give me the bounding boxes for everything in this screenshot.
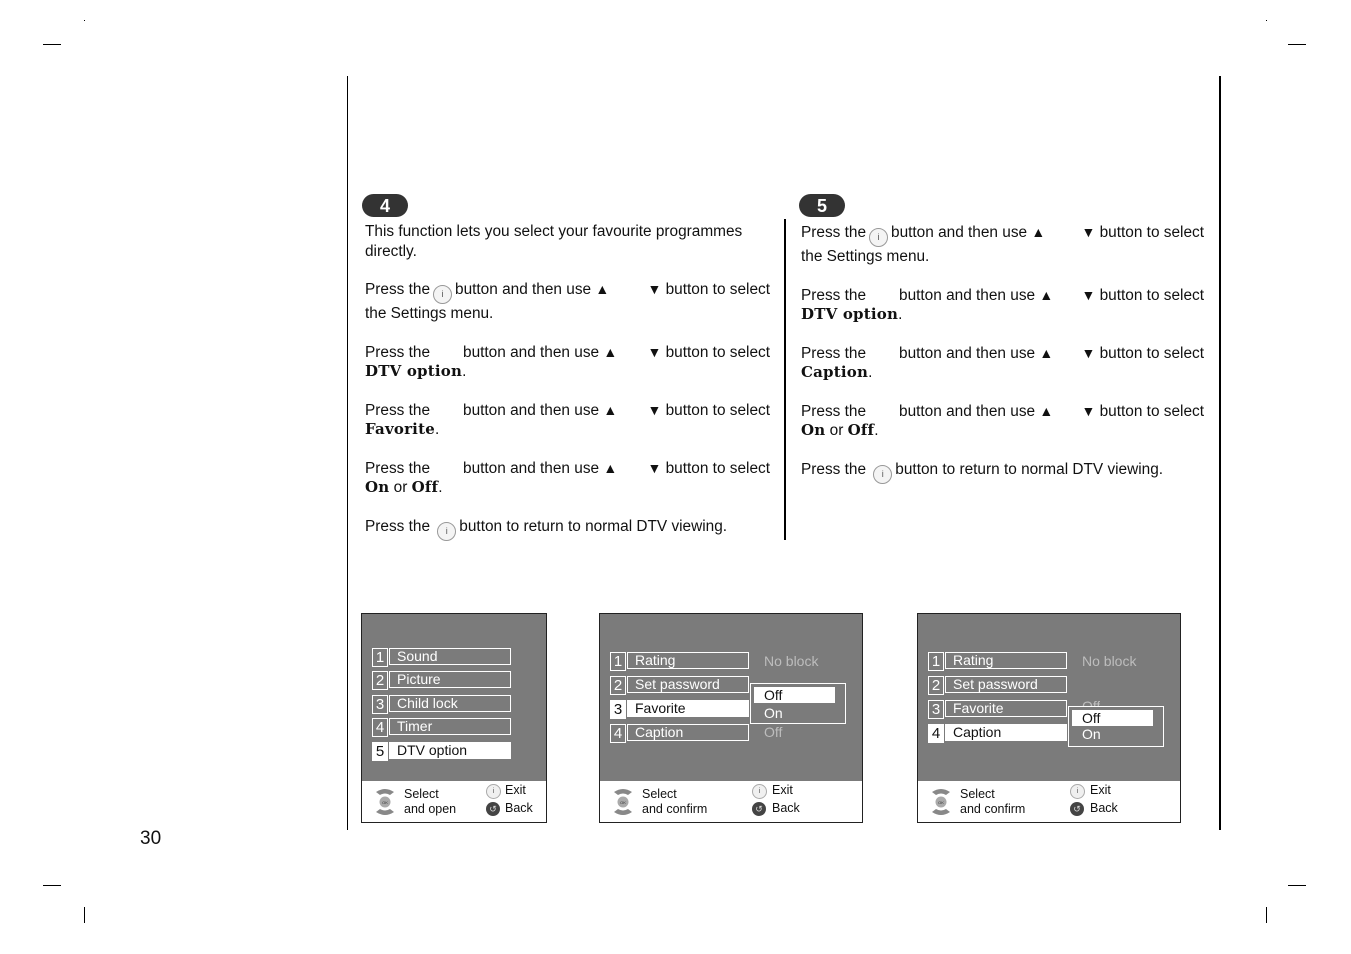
- osd-dtv-option-caption-menu: 1 Rating No block 2 Set password 3 Favor…: [917, 613, 1181, 823]
- down-arrow-icon: ▼: [1081, 344, 1096, 361]
- nav-ok-icon: OK: [932, 789, 950, 815]
- option-on[interactable]: On: [1072, 726, 1153, 742]
- bold-target: Favorite: [365, 420, 435, 438]
- nav-ok-icon: OK: [376, 789, 394, 815]
- nav-ok-icon: OK: [614, 789, 632, 815]
- bold-target: DTV option: [801, 305, 899, 323]
- info-button-icon: i: [437, 521, 457, 541]
- crop-mark: [43, 885, 61, 886]
- up-arrow-icon: ▲: [1031, 224, 1046, 240]
- svg-text:OK: OK: [382, 800, 388, 805]
- bold-target: DTV option: [365, 362, 463, 380]
- registration-dot: [1266, 20, 1267, 21]
- instruction-line: Press the button and then use ▲ ▼ button …: [801, 344, 1204, 362]
- step-5-text: Press the i button and then use ▲ ▼ button…: [801, 223, 1204, 484]
- info-button-icon: i: [433, 285, 453, 304]
- svg-text:OK: OK: [620, 800, 626, 805]
- favorite-options-popup: Off On: [750, 683, 846, 724]
- rating-value: No block: [764, 653, 819, 669]
- intro-line: This function lets you select your favou…: [365, 223, 743, 240]
- step-badge-4: 4: [362, 194, 408, 217]
- back-icon: ↺: [752, 802, 766, 816]
- crop-mark: [1266, 907, 1267, 923]
- column-divider: [784, 219, 786, 540]
- menu-footer: OK Select and open i Exit ↺ Back: [362, 781, 546, 822]
- exit-icon: i: [752, 784, 767, 799]
- down-arrow-icon: ▼: [647, 459, 662, 476]
- down-arrow-icon: ▼: [1081, 224, 1096, 240]
- right-margin-rule: [1219, 76, 1221, 830]
- info-button-icon: i: [873, 464, 893, 484]
- intro-line: directly.: [365, 242, 417, 260]
- exit-icon: i: [1070, 784, 1085, 799]
- rating-value: No block: [1082, 653, 1137, 669]
- up-arrow-icon: ▲: [1039, 344, 1054, 361]
- crop-mark: [1288, 44, 1306, 45]
- instruction-line: Press the i button and then use ▲ ▼ button…: [801, 223, 1204, 247]
- osd-dtv-option-favorite-menu: 1 Rating No block 2 Set password 3 Favor…: [599, 613, 863, 823]
- up-arrow-icon: ▲: [1039, 286, 1054, 303]
- option-on[interactable]: On: [754, 705, 835, 721]
- svg-text:OK: OK: [938, 800, 944, 805]
- step-4-text: This function lets you select your favou…: [365, 222, 770, 541]
- menu-footer: OK Select and confirm i Exit ↺ Back: [918, 781, 1180, 822]
- instruction-line: Press the button and then use ▲ ▼ button …: [365, 401, 770, 419]
- caption-value: Off: [764, 724, 783, 740]
- left-margin-rule: [347, 76, 348, 830]
- instruction-line: Press the button and then use ▲ ▼ button …: [801, 402, 1204, 420]
- crop-mark: [84, 907, 85, 923]
- final-instruction: Press the i button to return to normal DT…: [365, 517, 770, 541]
- favorite-value: Off: [1082, 698, 1101, 706]
- down-arrow-icon: ▼: [1081, 402, 1096, 419]
- bold-target: Caption: [801, 363, 869, 381]
- up-arrow-icon: ▲: [603, 459, 618, 476]
- option-off[interactable]: Off: [1072, 710, 1153, 726]
- up-arrow-icon: ▲: [1039, 402, 1054, 419]
- back-icon: ↺: [1070, 802, 1084, 816]
- info-button-icon: i: [869, 228, 889, 247]
- down-arrow-icon: ▼: [1081, 286, 1096, 303]
- up-arrow-icon: ▲: [595, 281, 610, 297]
- crop-mark: [43, 44, 61, 45]
- step-badge-5: 5: [799, 194, 845, 217]
- instruction-line: Press the button and then use ▲ ▼ button …: [365, 343, 770, 361]
- final-instruction: Press the i button to return to normal DT…: [801, 460, 1204, 484]
- caption-options-popup: Off On: [1068, 706, 1164, 747]
- page-number: 30: [140, 828, 162, 849]
- option-off[interactable]: Off: [754, 687, 835, 703]
- down-arrow-icon: ▼: [647, 401, 662, 418]
- down-arrow-icon: ▼: [647, 281, 662, 297]
- crop-mark: [1288, 885, 1306, 886]
- osd-settings-menu: 1 Sound 2 Picture 3 Child lock 4 Timer 5…: [361, 613, 547, 823]
- instruction-line: Press the button and then use ▲ ▼ button …: [801, 286, 1204, 304]
- up-arrow-icon: ▲: [603, 401, 618, 418]
- registration-dot: [84, 20, 85, 21]
- exit-icon: i: [486, 784, 501, 799]
- back-icon: ↺: [486, 802, 500, 816]
- down-arrow-icon: ▼: [647, 343, 662, 360]
- up-arrow-icon: ▲: [603, 343, 618, 360]
- instruction-line: Press the button and then use ▲ ▼ button …: [365, 459, 770, 477]
- instruction-line: Press the i button and then use ▲ ▼ button…: [365, 280, 770, 304]
- menu-footer: OK Select and confirm i Exit ↺ Back: [600, 781, 862, 822]
